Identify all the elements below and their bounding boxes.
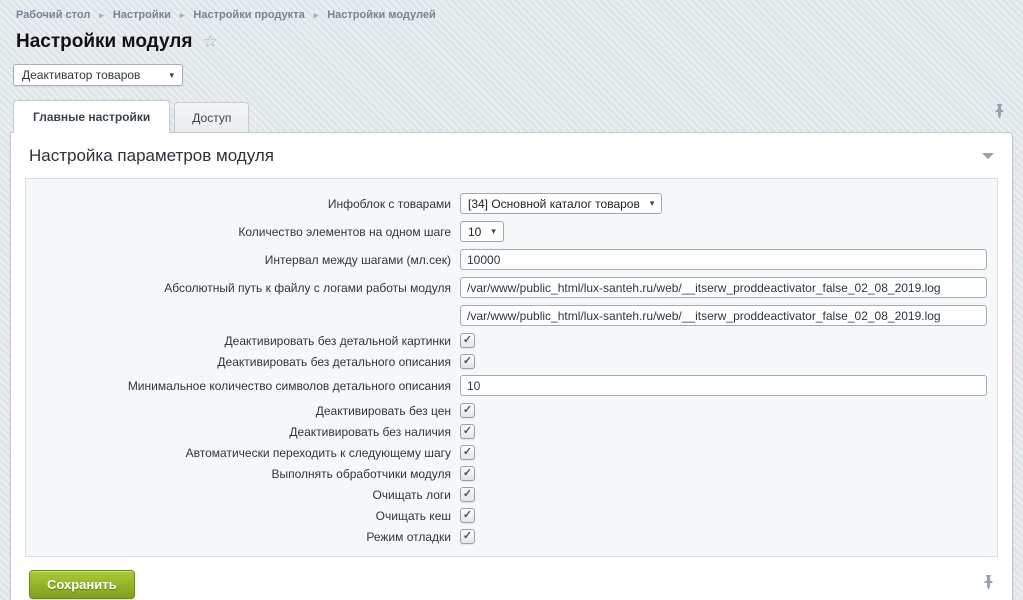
form-row: Деактивировать без детального описания ✓ — [36, 354, 987, 369]
field-label: Выполнять обработчики модуля — [36, 467, 460, 481]
form-row: Деактивировать без цен ✓ — [36, 403, 987, 418]
log-path-input[interactable] — [460, 277, 987, 298]
field-label: Деактивировать без наличия — [36, 425, 460, 439]
breadcrumb-separator-icon: ▸ — [99, 11, 104, 20]
field-label: Очищать кеш — [36, 509, 460, 523]
save-button[interactable]: Сохранить — [29, 570, 135, 599]
form-row: Очищать логи ✓ — [36, 487, 987, 502]
form-row: Абсолютный путь к файлу с логами работы … — [36, 277, 987, 298]
form-row: Выполнять обработчики модуля ✓ — [36, 466, 987, 481]
form-row: Количество элементов на одном шаге 10 ▾ — [36, 221, 987, 242]
interval-input[interactable] — [460, 249, 987, 270]
step-count-select-value: 10 — [468, 225, 481, 239]
no-price-checkbox[interactable]: ✓ — [460, 403, 475, 418]
run-handlers-checkbox[interactable]: ✓ — [460, 466, 475, 481]
chevron-down-icon: ▾ — [650, 199, 655, 208]
min-symbols-input[interactable] — [460, 375, 987, 396]
pin-icon[interactable] — [983, 575, 994, 595]
module-settings-form: Инфоблок с товарами [34] Основной катало… — [25, 178, 998, 557]
field-label: Режим отладки — [36, 530, 460, 544]
breadcrumb-item-settings[interactable]: Настройки — [113, 9, 171, 21]
title-row: Настройки модуля ☆ — [0, 21, 1023, 62]
panel-footer: Сохранить — [11, 557, 1012, 600]
field-label: Очищать логи — [36, 488, 460, 502]
field-label: Деактивировать без детальной картинки — [36, 334, 460, 348]
field-label: Минимальное количество символов детально… — [36, 379, 460, 393]
field-label: Интервал между шагами (мл.сек) — [36, 253, 460, 267]
form-row: Режим отладки ✓ — [36, 529, 987, 544]
tab-bar: Главные настройки Доступ — [0, 86, 1023, 132]
breadcrumb-item-desktop[interactable]: Рабочий стол — [16, 9, 90, 21]
form-row: Очищать кеш ✓ — [36, 508, 987, 523]
no-detail-text-checkbox[interactable]: ✓ — [460, 354, 475, 369]
field-label: Количество элементов на одном шаге — [36, 225, 460, 239]
breadcrumb-item-product-settings[interactable]: Настройки продукта — [193, 9, 304, 21]
auto-next-step-checkbox[interactable]: ✓ — [460, 445, 475, 460]
no-detail-picture-checkbox[interactable]: ✓ — [460, 333, 475, 348]
favorite-star-icon[interactable]: ☆ — [202, 32, 217, 52]
field-label: Инфоблок с товарами — [36, 197, 460, 211]
breadcrumb: Рабочий стол ▸ Настройки ▸ Настройки про… — [0, 0, 1023, 21]
field-label: Деактивировать без детального описания — [36, 355, 460, 369]
tab-main-settings[interactable]: Главные настройки — [13, 100, 170, 133]
settings-panel: Настройка параметров модуля Инфоблок с т… — [10, 132, 1013, 600]
field-label: Автоматически переходить к следующему ша… — [36, 446, 460, 460]
breadcrumb-item-module-settings[interactable]: Настройки модулей — [327, 9, 435, 21]
form-row: Деактивировать без детальной картинки ✓ — [36, 333, 987, 348]
pin-icon[interactable] — [994, 104, 1005, 132]
clear-logs-checkbox[interactable]: ✓ — [460, 487, 475, 502]
infoblock-select[interactable]: [34] Основной каталог товаров ▾ — [460, 193, 662, 214]
form-row: Инфоблок с товарами [34] Основной катало… — [36, 193, 987, 214]
step-count-select[interactable]: 10 ▾ — [460, 221, 504, 242]
breadcrumb-separator-icon: ▸ — [314, 11, 319, 20]
clear-cache-checkbox[interactable]: ✓ — [460, 508, 475, 523]
debug-mode-checkbox[interactable]: ✓ — [460, 529, 475, 544]
no-quantity-checkbox[interactable]: ✓ — [460, 424, 475, 439]
form-row: Интервал между шагами (мл.сек) — [36, 249, 987, 270]
chevron-down-icon: ▾ — [491, 227, 496, 236]
infoblock-select-value: [34] Основной каталог товаров — [468, 197, 640, 211]
form-row — [36, 305, 987, 326]
panel-title: Настройка параметров модуля — [29, 146, 274, 166]
page-title: Настройки модуля — [16, 31, 192, 53]
form-row: Автоматически переходить к следующему ша… — [36, 445, 987, 460]
log-path-input-2[interactable] — [460, 305, 987, 326]
tab-access[interactable]: Доступ — [174, 102, 249, 133]
chevron-down-icon: ▾ — [169, 71, 174, 80]
form-row: Минимальное количество символов детально… — [36, 375, 987, 396]
module-select[interactable]: Деактиватор товаров ▾ — [13, 64, 183, 86]
breadcrumb-separator-icon: ▸ — [180, 11, 185, 20]
field-label: Абсолютный путь к файлу с логами работы … — [36, 281, 460, 295]
chevron-down-icon[interactable] — [982, 153, 994, 159]
panel-header: Настройка параметров модуля — [11, 133, 1012, 178]
module-select-value: Деактиватор товаров — [22, 68, 140, 82]
form-row: Деактивировать без наличия ✓ — [36, 424, 987, 439]
field-label: Деактивировать без цен — [36, 404, 460, 418]
